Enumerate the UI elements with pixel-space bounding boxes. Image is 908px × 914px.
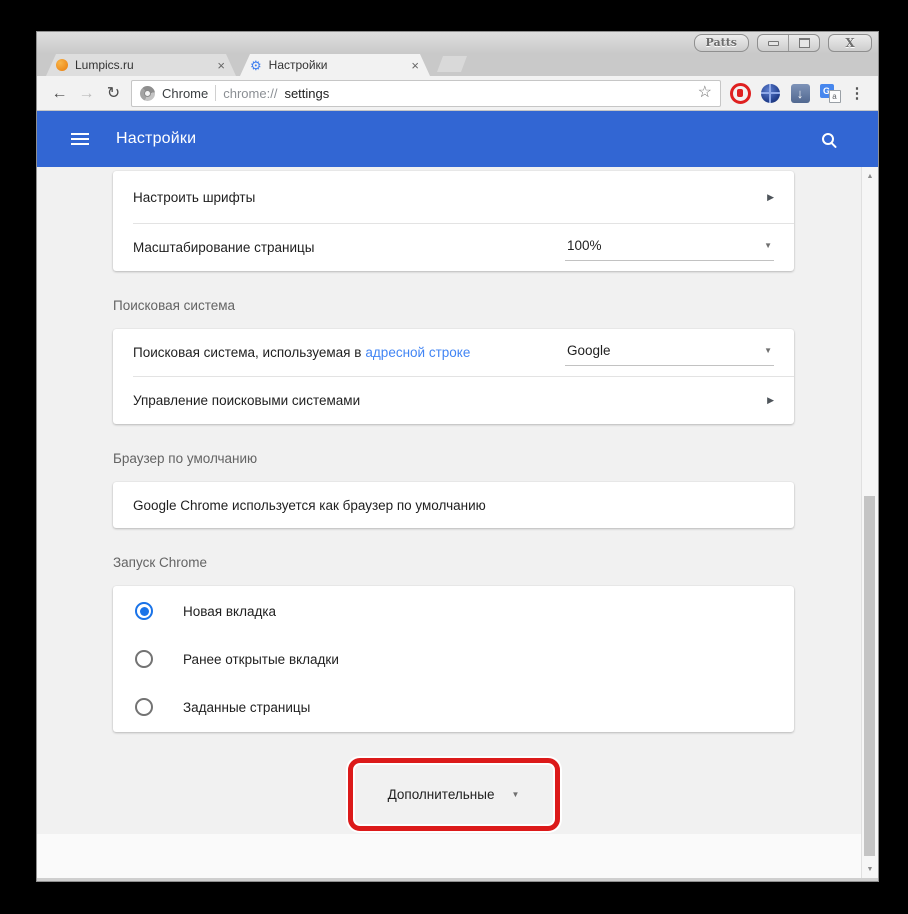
address-bar-link[interactable]: адресной строке (365, 345, 470, 360)
scrollbar-thumb[interactable] (864, 496, 875, 856)
chrome-badge-icon (140, 85, 155, 101)
globe-icon (760, 83, 780, 103)
page-zoom-row: Масштабирование страницы 100% ▼ (113, 224, 794, 271)
url-separator (215, 85, 217, 101)
tab-strip: Lumpics.ru × ⚙ Настройки × (37, 54, 878, 76)
section-heading-default-browser: Браузер по умолчанию (113, 451, 258, 466)
download-arrow-icon: ↓ (790, 83, 810, 103)
advanced-button-label: Дополнительные (387, 787, 495, 802)
bookmark-star-icon[interactable]: ☆ (698, 85, 712, 101)
radio-label: Ранее открытые вкладки (183, 651, 339, 667)
row-label: Масштабирование страницы (133, 240, 315, 255)
tab-label: Настройки (268, 58, 328, 72)
startup-option-new-tab[interactable]: Новая вкладка (113, 587, 794, 635)
settings-header: Настройки (37, 111, 878, 167)
hamburger-menu-icon[interactable] (71, 133, 89, 145)
radio-label: Новая вкладка (183, 603, 277, 619)
chevron-right-icon: ▶ (767, 191, 774, 202)
page-title: Настройки (116, 130, 197, 147)
page-zoom-select[interactable]: 100% ▼ (565, 235, 774, 261)
startup-card: Новая вкладка Ранее открытые вкладки Зад… (113, 586, 794, 732)
download-extension-button[interactable]: ↓ (785, 83, 815, 103)
chevron-right-icon: ▶ (767, 395, 774, 405)
select-value: Google (567, 342, 611, 358)
proxy-extension-button[interactable] (755, 83, 785, 103)
search-engine-select[interactable]: Google ▼ (565, 340, 774, 366)
tab-settings[interactable]: ⚙ Настройки × (240, 54, 430, 76)
browser-window: Patts X Lumpics.ru × ⚙ Настройки × ← → ↻… (36, 31, 879, 882)
row-label: Поисковая система, используемая в (133, 345, 362, 360)
tab-close-icon[interactable]: × (410, 59, 420, 72)
gear-favicon-icon: ⚙ (250, 57, 262, 73)
radio-button[interactable] (135, 602, 153, 620)
lumpics-favicon-icon (56, 59, 68, 71)
select-value: 100% (567, 237, 602, 253)
status-text: Google Chrome используется как браузер п… (133, 497, 486, 513)
tab-lumpics[interactable]: Lumpics.ru × (46, 54, 236, 76)
forward-button[interactable]: → (73, 80, 100, 107)
screenshot-stage: Patts X Lumpics.ru × ⚙ Настройки × ← → ↻… (0, 0, 908, 914)
settings-column: Настроить шрифты ▶ Масштабирование стран… (113, 167, 794, 831)
page-scrollbar[interactable]: ▲ ▼ (861, 167, 878, 878)
maximize-button[interactable] (788, 35, 819, 51)
minimize-button[interactable] (758, 35, 788, 51)
translate-extension-button[interactable]: G a (815, 83, 845, 103)
browser-menu-button[interactable]: ⋮ (845, 84, 869, 102)
maximize-icon (798, 38, 810, 48)
tab-label: Lumpics.ru (75, 58, 134, 72)
translate-icon: G a (819, 83, 841, 103)
row-label: Настроить шрифты (133, 189, 256, 205)
window-titlebar[interactable]: Patts X (37, 32, 878, 54)
radio-button[interactable] (135, 698, 153, 716)
radio-button[interactable] (135, 650, 153, 668)
section-heading-startup: Запуск Chrome (113, 555, 207, 570)
radio-label: Заданные страницы (183, 699, 311, 715)
customize-fonts-row[interactable]: Настроить шрифты ▶ (113, 171, 794, 223)
appearance-card: Настроить шрифты ▶ Масштабирование стран… (113, 171, 794, 271)
url-scheme-text: chrome:// (223, 85, 278, 101)
url-page-text: settings (284, 85, 330, 101)
scroll-down-icon[interactable]: ▼ (862, 866, 878, 873)
tab-close-icon[interactable]: × (216, 59, 226, 72)
content-bottom-strip (37, 834, 861, 878)
adblock-extension-button[interactable] (725, 82, 755, 104)
advanced-button[interactable]: Дополнительные ▼ (382, 786, 526, 803)
search-icon[interactable] (821, 132, 837, 148)
stop-hand-icon (729, 82, 751, 104)
default-browser-card: Google Chrome используется как браузер п… (113, 482, 794, 528)
site-badge-label: Chrome (162, 85, 209, 101)
close-control: X (828, 34, 872, 52)
section-heading-search-engine: Поисковая система (113, 298, 236, 313)
close-button[interactable]: X (829, 35, 871, 51)
search-engine-card: Поисковая система, используемая в адресн… (113, 329, 794, 424)
back-button[interactable]: ← (46, 80, 73, 107)
browser-toolbar: ← → ↻ Chrome chrome://settings ☆ ↓ G a ⋮ (37, 76, 878, 111)
new-tab-button[interactable] (437, 56, 467, 72)
startup-option-specific-pages[interactable]: Заданные страницы (113, 683, 794, 731)
advanced-button-area: Дополнительные ▼ (113, 758, 794, 831)
titlebar-app-button[interactable]: Patts (693, 34, 749, 52)
chevron-down-icon: ▼ (764, 240, 772, 250)
address-bar[interactable]: Chrome chrome:// settings ☆ (131, 79, 721, 107)
startup-option-continue[interactable]: Ранее открытые вкладки (113, 635, 794, 683)
manage-search-engines-row[interactable]: Управление поисковыми системами ▶ (113, 377, 794, 424)
row-label: Управление поисковыми системами (133, 393, 361, 408)
default-browser-status-row: Google Chrome используется как браузер п… (113, 482, 794, 528)
reload-button[interactable]: ↻ (100, 80, 127, 107)
translate-small-letter: a (828, 89, 841, 103)
red-highlight-annotation: Дополнительные ▼ (347, 758, 560, 831)
window-controls (757, 34, 820, 52)
close-icon: X (845, 36, 855, 50)
search-engine-row: Поисковая система, используемая в адресн… (113, 329, 794, 376)
settings-content: Настроить шрифты ▶ Масштабирование стран… (37, 167, 878, 878)
scroll-up-icon[interactable]: ▲ (862, 173, 878, 180)
minimize-icon (767, 40, 779, 46)
chevron-down-icon: ▼ (511, 790, 520, 799)
chevron-down-icon: ▼ (764, 345, 772, 355)
